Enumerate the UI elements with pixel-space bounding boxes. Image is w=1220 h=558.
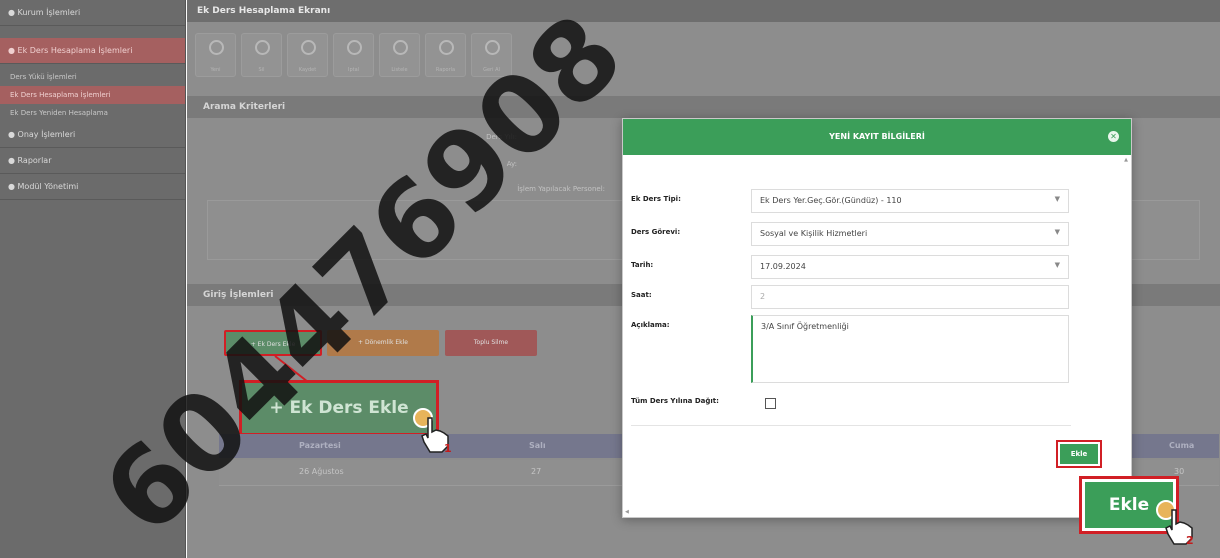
table-cell: 26 Ağustos (299, 467, 344, 476)
hours-label: Saat: (631, 291, 652, 299)
scroll-up-icon[interactable]: ▲ (1124, 157, 1128, 163)
new-record-dialog: YENİ KAYIT BİLGİLERİ ✕ ▲ Ek Ders Tipi: E… (622, 118, 1132, 518)
table-header-cell: Salı (529, 441, 546, 450)
description-value: 3/A Sınıf Öğretmenliği (761, 322, 849, 331)
zoom-add-extra-lesson-button: + Ek Ders Ekle (239, 380, 439, 436)
description-label: Açıklama: (631, 321, 670, 329)
date-label: Tarih: (631, 261, 654, 269)
distribute-checkbox[interactable] (765, 398, 776, 409)
distribute-label: Tüm Ders Yılına Dağıt: (631, 397, 719, 405)
dialog-divider (631, 425, 1071, 426)
date-picker[interactable]: 17.09.2024 ▼ (751, 255, 1069, 279)
scroll-left-icon[interactable]: ◀ (625, 509, 629, 515)
dialog-add-button[interactable]: Ekle (1056, 440, 1102, 468)
hours-value: 2 (760, 292, 766, 301)
lesson-type-value: Ek Ders Yer.Geç.Gör.(Gündüz) - 110 (760, 196, 902, 205)
hours-input[interactable]: 2 (751, 285, 1069, 309)
table-header-cell: Cuma (1169, 441, 1195, 450)
lesson-type-select[interactable]: Ek Ders Yer.Geç.Gör.(Gündüz) - 110 ▼ (751, 189, 1069, 213)
table-cell: 27 (531, 467, 542, 476)
chevron-down-icon: ▼ (1054, 195, 1060, 203)
table-cell: 30 (1174, 467, 1185, 476)
dialog-add-label: Ekle (1060, 444, 1098, 464)
step-number-1: 1 (444, 442, 452, 455)
dialog-title: YENİ KAYIT BİLGİLERİ (829, 132, 925, 141)
close-icon[interactable]: ✕ (1108, 131, 1119, 142)
dialog-header: YENİ KAYIT BİLGİLERİ ✕ (623, 119, 1131, 155)
date-value: 17.09.2024 (760, 262, 806, 271)
duty-select[interactable]: Sosyal ve Kişilik Hizmetleri ▼ (751, 222, 1069, 246)
chevron-down-icon: ▼ (1054, 261, 1060, 269)
chevron-down-icon: ▼ (1054, 228, 1060, 236)
step-number-2: 2 (1186, 534, 1194, 547)
table-header-cell: Pazartesi (299, 441, 341, 450)
duty-label: Ders Görevi: (631, 228, 681, 236)
duty-value: Sosyal ve Kişilik Hizmetleri (760, 229, 868, 238)
description-textarea[interactable]: 3/A Sınıf Öğretmenliği (751, 315, 1069, 383)
lesson-type-label: Ek Ders Tipi: (631, 195, 681, 203)
